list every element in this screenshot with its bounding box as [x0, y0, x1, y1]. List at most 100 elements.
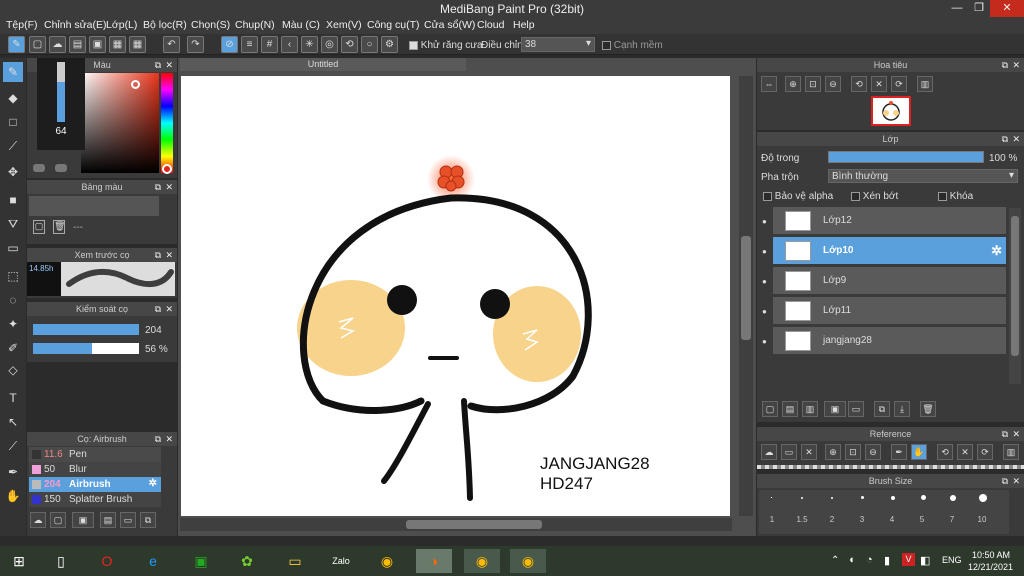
value-slider[interactable] — [57, 62, 65, 122]
menu-view[interactable]: Xem(V) — [326, 19, 362, 31]
layer-menu-icon[interactable]: ▣ — [824, 401, 846, 417]
gradient-tool-icon[interactable]: ▭ — [3, 238, 23, 258]
rotate-right-icon[interactable]: ⟳ — [891, 76, 907, 92]
select-lasso-icon[interactable]: ◌ — [3, 290, 23, 310]
tray-chevron-icon[interactable]: ⌃ — [831, 555, 839, 566]
protect-alpha-option[interactable]: Bảo vệ alpha — [763, 191, 833, 202]
rotate-left-icon[interactable]: ⟲ — [851, 76, 867, 92]
chrome-window-icon[interactable]: ◉ — [464, 549, 500, 573]
restore-icon[interactable]: ⧉ — [1002, 132, 1008, 146]
duplicate-icon[interactable]: ⧉ — [140, 512, 156, 528]
new-file-icon[interactable]: ▢ — [29, 36, 46, 53]
rotate-right-icon[interactable]: ⟳ — [977, 444, 993, 460]
reset-icon[interactable]: ✕ — [871, 76, 887, 92]
close-icon[interactable]: ✕ — [1012, 427, 1020, 441]
hand-tool-icon[interactable]: ✋ — [3, 486, 23, 506]
snap-ring-icon[interactable]: ○ — [361, 36, 378, 53]
copy-brush-icon[interactable]: ▤ — [100, 512, 116, 528]
grid-icon[interactable]: ▦ — [129, 36, 146, 53]
close-icon[interactable]: ✕ — [165, 58, 173, 72]
rotate-left-icon[interactable]: ⟲ — [937, 444, 953, 460]
close-icon[interactable]: ✕ — [165, 248, 173, 262]
layer-row[interactable]: Lớp11 — [773, 297, 1006, 325]
brush-size-option[interactable]: 10 — [967, 515, 997, 524]
restore-icon[interactable]: ⧉ — [155, 302, 161, 316]
folder-icon[interactable]: ▭ — [848, 401, 864, 417]
hand-icon[interactable]: ✋ — [911, 444, 927, 460]
delete-palette-icon[interactable]: 🗑 — [53, 220, 65, 234]
battery-icon[interactable]: ▮ — [884, 554, 890, 567]
gear-icon[interactable]: ✲ — [991, 243, 1002, 259]
visibility-icon[interactable]: ● — [762, 217, 772, 227]
edge-icon[interactable]: e — [140, 549, 166, 573]
windows-start-icon[interactable]: ⊞ — [6, 549, 32, 573]
image-icon[interactable]: ▦ — [109, 36, 126, 53]
eraser-tool-icon[interactable]: ◆ — [3, 88, 23, 108]
undo-icon[interactable]: ↶ — [163, 36, 180, 53]
tab-untitled[interactable]: Untitled — [180, 58, 466, 71]
brush-size-option[interactable]: 5 — [907, 515, 937, 524]
fit-icon[interactable]: ⊡ — [805, 76, 821, 92]
bucket-tool-icon[interactable]: ⛛ — [3, 214, 23, 234]
close-reference-icon[interactable]: ✕ — [801, 444, 817, 460]
restore-icon[interactable]: ⧉ — [1002, 58, 1008, 72]
clip-checkbox[interactable] — [851, 191, 860, 201]
zoom-in-icon[interactable]: ⊕ — [785, 76, 801, 92]
vertical-scrollbar[interactable] — [739, 76, 753, 516]
mirror-icon[interactable]: ▥ — [917, 76, 933, 92]
restore-icon[interactable]: ⧉ — [1002, 427, 1008, 441]
menu-filter[interactable]: Bộ lọc(R) — [143, 19, 187, 31]
close-icon[interactable]: ✕ — [1012, 58, 1020, 72]
protect-alpha-checkbox[interactable] — [763, 191, 772, 201]
restore-icon[interactable]: ⧉ — [155, 58, 161, 72]
snap-circle-icon[interactable]: ◎ — [321, 36, 338, 53]
file-icon[interactable]: ▯ — [48, 549, 74, 573]
chrome-window-icon[interactable]: ◉ — [510, 549, 546, 573]
fit-icon[interactable]: ⊡ — [845, 444, 861, 460]
snap-cross-icon[interactable]: # — [261, 36, 278, 53]
new-8bit-layer-icon[interactable]: ▥ — [802, 401, 818, 417]
soft-edge-option[interactable]: Cạnh mềm — [602, 40, 663, 51]
merge-layer-icon[interactable]: ⤓ — [894, 401, 910, 417]
horizontal-scroll-thumb[interactable] — [406, 520, 542, 529]
vivaldi-tray-icon[interactable]: V — [902, 553, 915, 566]
horizontal-scrollbar[interactable] — [180, 518, 732, 531]
antialias-option[interactable]: Khử răng cưa — [409, 40, 483, 51]
menu-select[interactable]: Chọn(S) — [191, 19, 230, 31]
brush-item-airbrush[interactable]: 204 Airbrush ✲ — [29, 477, 161, 492]
delete-layer-icon[interactable]: 🗑 — [920, 401, 936, 417]
lock-option[interactable]: Khóa — [938, 191, 973, 202]
explorer-icon[interactable]: ▭ — [282, 549, 308, 573]
menu-layer[interactable]: Lớp(L) — [106, 19, 137, 31]
cloud-brush-icon[interactable]: ☁ — [30, 512, 46, 528]
brush-item-pen[interactable]: 11.6 Pen — [29, 447, 161, 462]
medibang-taskbar-icon[interactable]: ◑ — [416, 549, 452, 573]
menu-cloud[interactable]: Cloud — [477, 19, 504, 31]
brush-size-option[interactable]: 1.5 — [787, 515, 817, 524]
menu-help[interactable]: Help — [513, 19, 535, 31]
color-cursor[interactable] — [131, 80, 140, 89]
dropper-tool-icon[interactable]: ⟋ — [3, 436, 23, 456]
add-brush-icon[interactable]: ▢ — [50, 512, 66, 528]
restore-icon[interactable]: ⧉ — [155, 180, 161, 194]
restore-icon[interactable]: ⧉ — [1002, 474, 1008, 488]
menu-capture[interactable]: Chụp(N) — [235, 19, 275, 31]
close-button[interactable]: ✕ — [990, 0, 1024, 17]
lasso-fill-icon[interactable]: ⟋ — [3, 136, 23, 156]
clock-time[interactable]: 10:50 AM — [972, 550, 1010, 560]
menu-tools[interactable]: Công cụ(T) — [367, 19, 420, 31]
brush-size-slider[interactable] — [33, 324, 139, 335]
brush-size-option[interactable]: 3 — [847, 515, 877, 524]
layer-scrollbar[interactable] — [1009, 208, 1021, 384]
lock-checkbox[interactable] — [938, 191, 947, 201]
duplicate-layer-icon[interactable]: ⧉ — [874, 401, 890, 417]
zoom-out-icon[interactable]: ⊖ — [825, 76, 841, 92]
bg-swatch-button[interactable] — [55, 164, 67, 172]
clip-option[interactable]: Xén bớt — [851, 191, 898, 202]
volume-icon[interactable]: ◖ — [848, 554, 855, 566]
layer-scroll-thumb[interactable] — [1011, 216, 1019, 356]
gear-icon[interactable]: ✲ — [149, 478, 157, 489]
palette-swatches[interactable] — [29, 196, 159, 216]
snap-parallel-icon[interactable]: ≡ — [241, 36, 258, 53]
layer-opacity-slider[interactable] — [828, 151, 984, 163]
